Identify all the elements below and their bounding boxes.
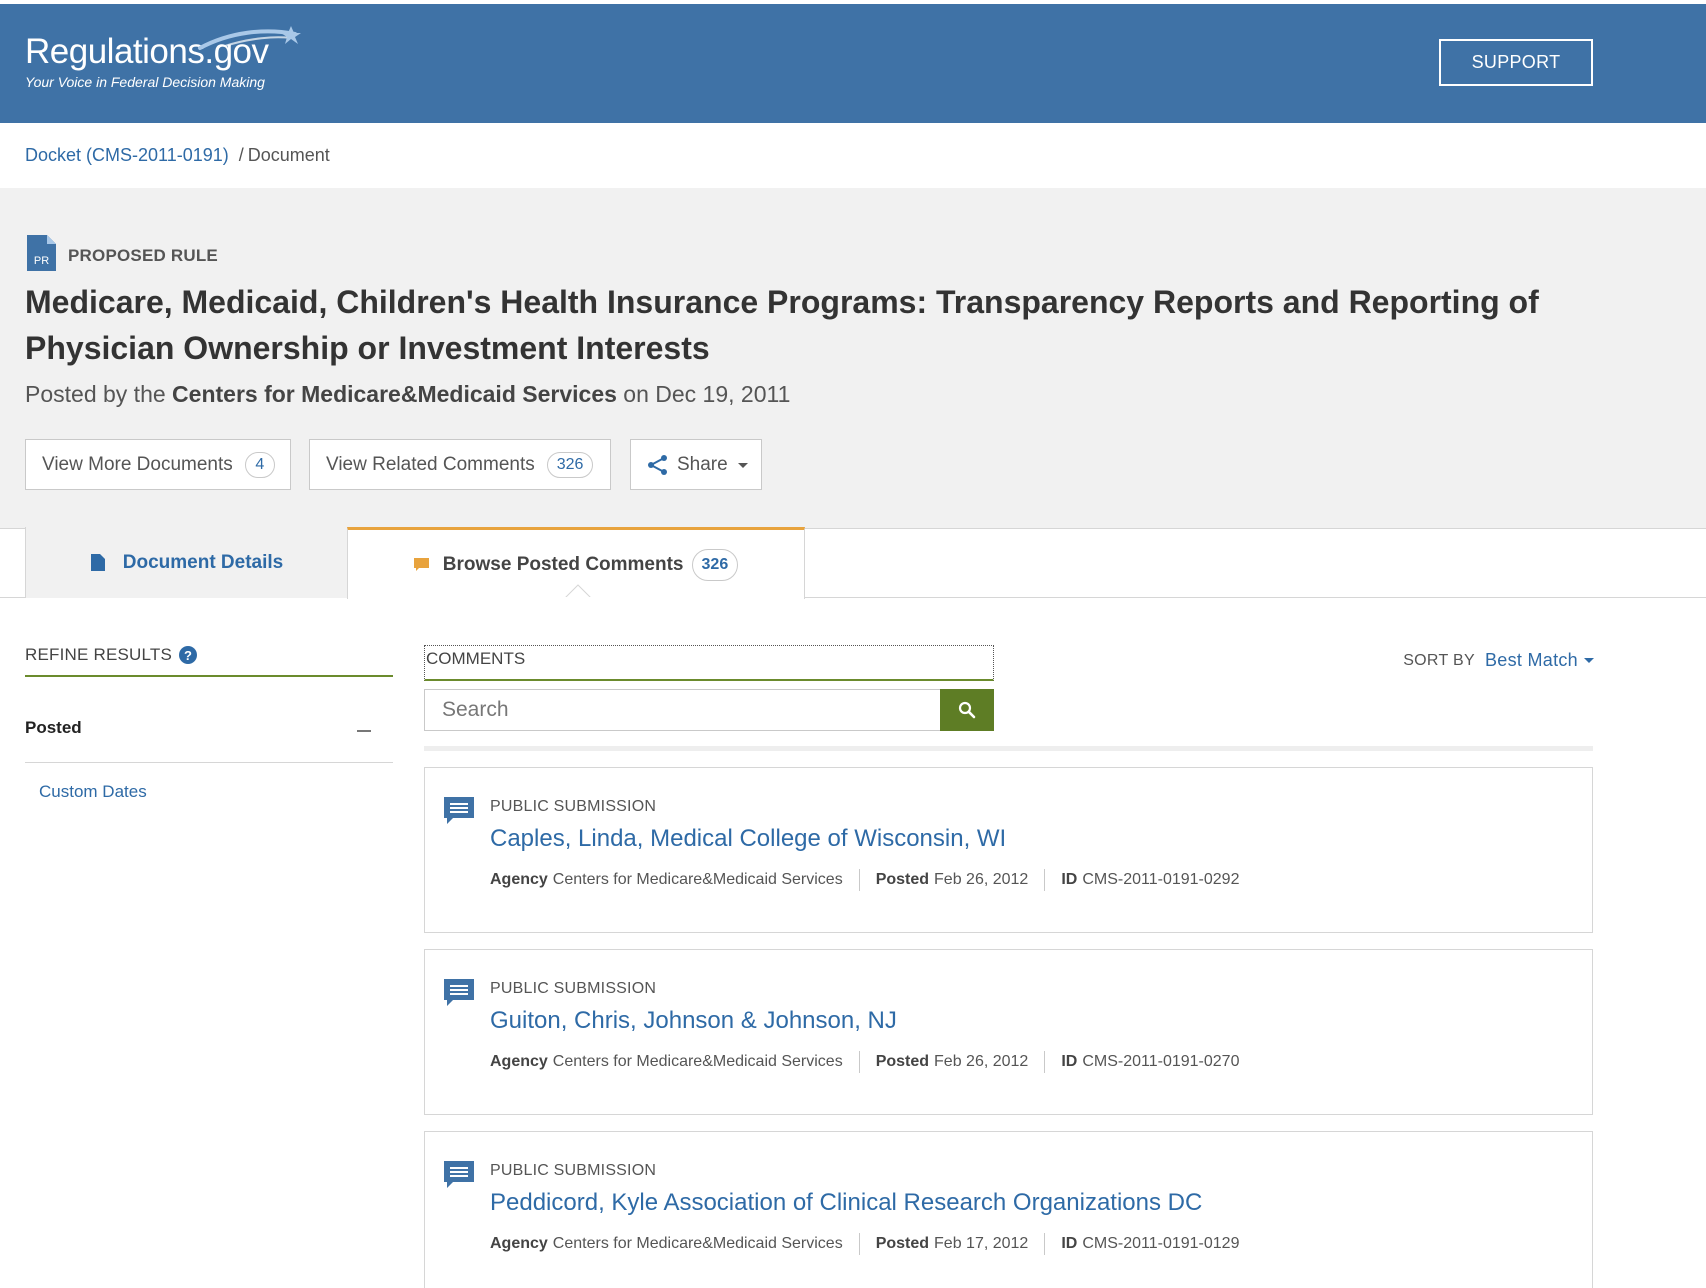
posted-filter-toggle[interactable]: Posted [25,718,393,738]
comments-search-label: COMMENTS [424,645,994,681]
posted-agency: Centers for Medicare&Medicaid Services [172,381,617,407]
result-title-link[interactable]: Guiton, Chris, Johnson & Johnson, NJ [490,1007,897,1035]
refine-results-heading: REFINE RESULTS ? [25,645,198,665]
logo-tagline: Your Voice in Federal Decision Making [25,74,265,90]
view-related-comments-label: View Related Comments [326,453,535,475]
breadcrumb-docket-link[interactable]: Docket (CMS-2011-0191) [25,145,229,165]
meta-id-label: ID [1061,1053,1078,1070]
meta-separator [858,1233,860,1255]
document-title: Medicare, Medicaid, Children's Health In… [25,284,1539,366]
posted-by-line: Posted by the Centers for Medicare&Medic… [25,381,790,408]
proposed-rule-icon: PR [27,235,56,271]
more-documents-count: 4 [244,451,275,478]
help-icon[interactable]: ? [179,646,198,664]
meta-id-label: ID [1061,871,1078,888]
meta-posted-label: Posted [875,1053,930,1070]
breadcrumb: Docket (CMS-2011-0191) / Document [25,145,330,166]
browse-comments-count: 326 [691,548,739,581]
share-icon [648,454,667,475]
results-divider [424,746,1593,751]
chevron-down-icon [737,463,748,468]
meta-agency: Centers for Medicare&Medicaid Services [552,1053,843,1070]
meta-agency: Centers for Medicare&Medicaid Services [552,871,843,888]
meta-posted: Feb 26, 2012 [934,1053,1029,1070]
result-card: PUBLIC SUBMISSION Caples, Linda, Medical… [424,767,1593,933]
meta-id: CMS-2011-0191-0129 [1082,1235,1240,1252]
meta-id: CMS-2011-0191-0270 [1082,1053,1240,1070]
meta-posted-label: Posted [875,871,930,888]
chevron-down-icon [1584,658,1594,663]
search-button[interactable] [940,689,994,731]
result-meta: Agency Centers for Medicare&Medicaid Serv… [490,869,1239,891]
meta-separator [858,869,860,891]
comment-icon [444,1161,474,1188]
sort-value: Best Match [1484,650,1578,670]
posted-filter-label: Posted [25,718,82,737]
share-label: Share [677,453,728,475]
related-comments-count: 326 [546,451,594,478]
comments-search: Search [424,689,994,731]
logo-swoosh-icon [198,26,301,50]
comment-icon [444,979,474,1006]
result-card: PUBLIC SUBMISSION Guiton, Chris, Johnson… [424,949,1593,1115]
breadcrumb-separator: / [238,145,244,165]
site-header: Regulations.gov Your Voice in Federal De… [0,4,1706,123]
document-hero: PR PROPOSED RULE Medicare, Medicaid, Chi… [0,188,1706,529]
view-more-documents-label: View More Documents [42,453,233,475]
meta-posted-label: Posted [875,1235,930,1252]
active-tab-pointer [565,584,591,598]
result-card: PUBLIC SUBMISSION Peddicord, Kyle Associ… [424,1131,1593,1288]
meta-posted: Feb 17, 2012 [934,1235,1029,1252]
breadcrumb-current: Document [247,145,330,165]
search-input[interactable]: Search [424,689,940,731]
result-type: PUBLIC SUBMISSION [490,980,657,997]
pr-icon-text: PR [34,255,49,267]
document-type: PR PROPOSED RULE [27,235,218,271]
meta-separator [1044,1051,1046,1073]
meta-id: CMS-2011-0191-0292 [1082,871,1240,888]
refine-underline [25,675,393,677]
document-icon [90,554,105,571]
support-button[interactable]: SUPPORT [1439,39,1593,86]
meta-agency-label: Agency [490,1053,548,1070]
sort-by-label: SORT BY [1403,651,1475,669]
meta-separator [858,1051,860,1073]
view-related-comments-button[interactable]: View Related Comments 326 [309,439,611,490]
posted-date: on Dec 19, 2011 [616,381,791,407]
refine-results-label: REFINE RESULTS [25,645,173,664]
share-button[interactable]: Share [630,439,762,490]
site-logo[interactable]: Regulations.gov Your Voice in Federal De… [25,26,301,90]
comment-icon [444,797,474,824]
result-meta: Agency Centers for Medicare&Medicaid Serv… [490,1233,1239,1255]
result-type: PUBLIC SUBMISSION [490,1162,657,1179]
result-title-link[interactable]: Peddicord, Kyle Association of Clinical … [490,1189,1202,1217]
document-type-label: PROPOSED RULE [68,246,218,265]
result-type: PUBLIC SUBMISSION [490,798,657,815]
posted-prefix: Posted by the [25,381,173,407]
comment-icon [413,557,429,571]
search-icon [958,701,976,719]
custom-dates-link[interactable]: Custom Dates [39,782,147,802]
minus-icon [357,730,371,732]
meta-agency-label: Agency [490,871,548,888]
meta-agency: Centers for Medicare&Medicaid Services [552,1235,843,1252]
posted-divider [25,762,393,763]
meta-agency-label: Agency [490,1235,548,1252]
meta-separator [1044,869,1046,891]
meta-id-label: ID [1061,1235,1078,1252]
tab-document-details-label: Document Details [122,551,284,573]
meta-posted: Feb 26, 2012 [934,871,1029,888]
result-title-link[interactable]: Caples, Linda, Medical College of Wiscon… [490,825,1006,853]
tab-document-details[interactable]: Document Details [25,527,348,598]
tab-browse-label: Browse Posted Comments [442,553,684,575]
view-more-documents-button[interactable]: View More Documents 4 [25,439,291,490]
meta-separator [1044,1233,1046,1255]
result-meta: Agency Centers for Medicare&Medicaid Serv… [490,1051,1239,1073]
sort-control[interactable]: SORT BY Best Match [1403,650,1594,671]
